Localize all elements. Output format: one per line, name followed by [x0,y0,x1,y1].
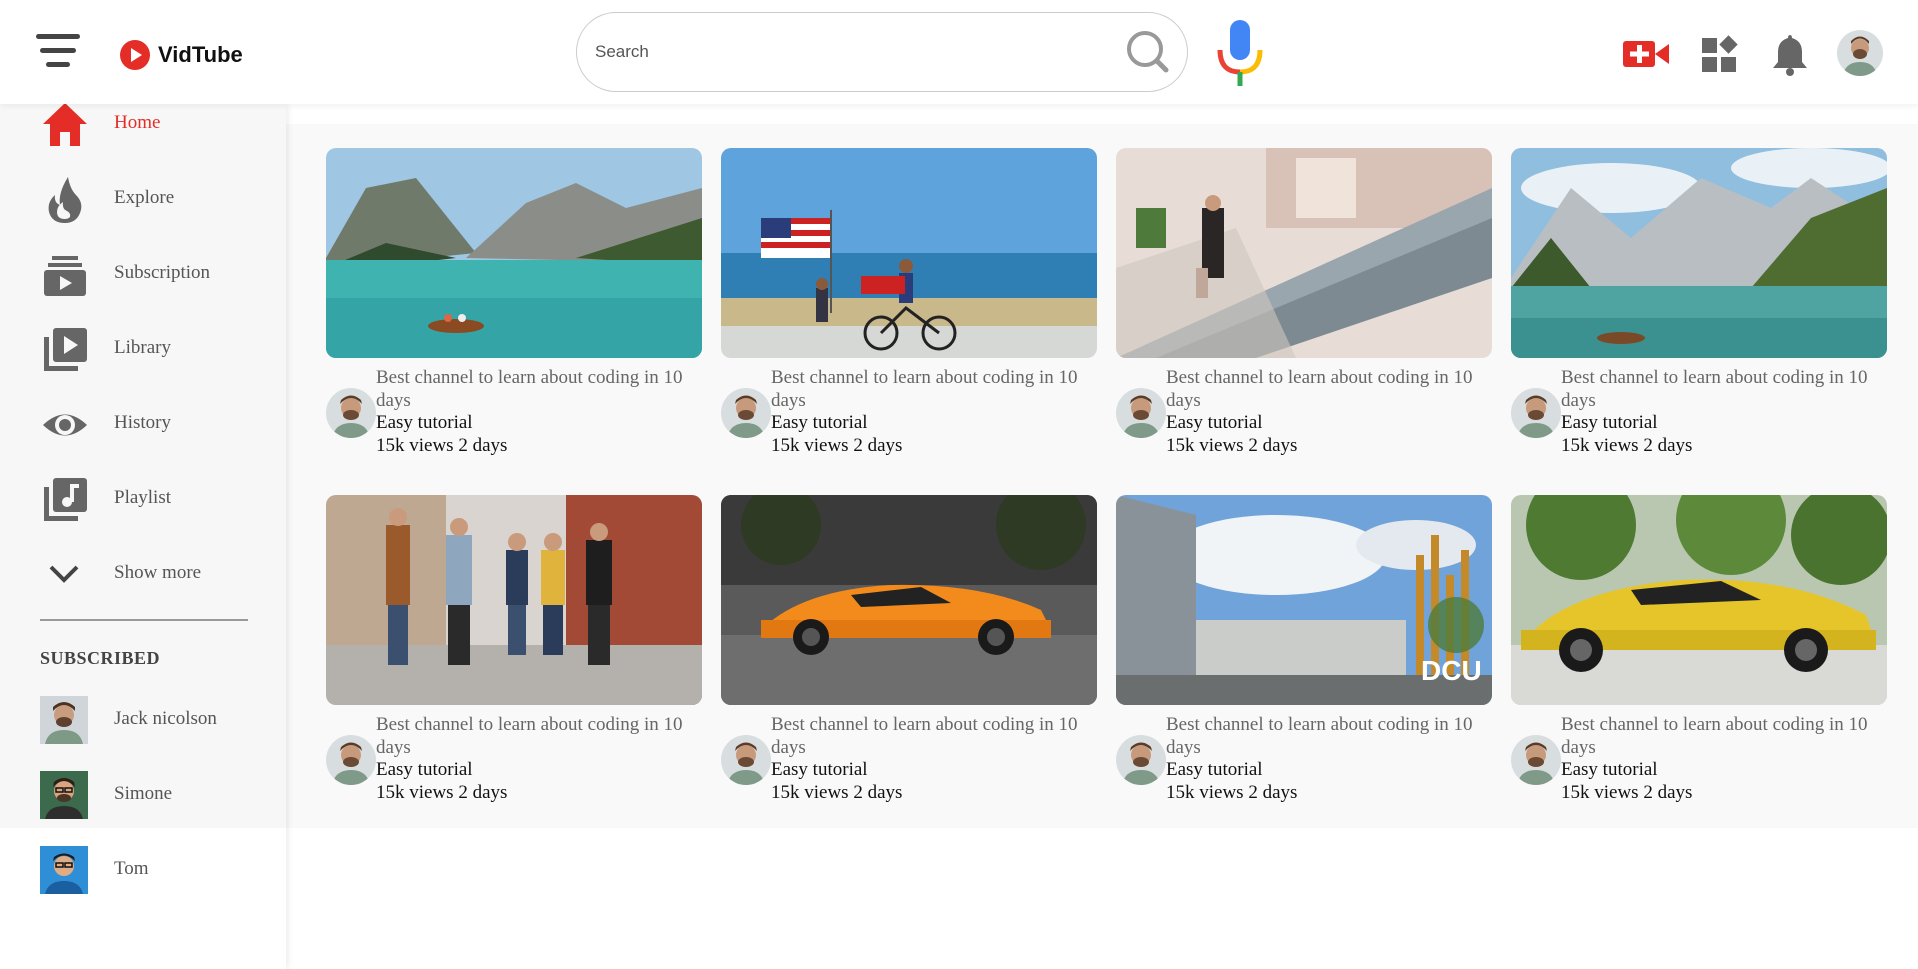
eye-icon [40,400,90,450]
video-card[interactable]: DCU Best channel to learn about coding i… [1116,495,1492,815]
sidebar-item-label: Explore [114,187,175,208]
subscription-name: Simone [114,783,173,804]
video-title[interactable]: Best channel to learn about coding in 10… [771,713,1097,759]
channel-name[interactable]: Easy tutorial [376,759,473,781]
sidebar-item-history[interactable]: History [0,396,286,458]
sidebar-item-explore[interactable]: Explore [0,171,286,233]
video-title[interactable]: Best channel to learn about coding in 10… [1166,366,1492,412]
video-add-icon[interactable] [1622,32,1670,76]
video-card[interactable]: Best channel to learn about coding in 10… [1116,148,1492,468]
chevron-down-icon [40,550,90,600]
app-name: VidTube [158,42,243,67]
video-thumbnail[interactable] [721,495,1097,705]
channel-name[interactable]: Easy tutorial [376,412,473,434]
hamburger-icon[interactable] [34,34,84,74]
play-icon [120,40,150,70]
search-icon[interactable] [1125,29,1169,73]
subscription-item[interactable]: Simone [0,767,286,825]
channel-avatar[interactable] [1116,735,1166,785]
mic-icon[interactable] [1214,18,1266,90]
playlist-icon [40,475,90,525]
sidebar-item-label: Library [114,337,171,358]
video-title[interactable]: Best channel to learn about coding in 10… [376,366,702,412]
channel-name[interactable]: Easy tutorial [1561,412,1658,434]
video-thumbnail[interactable] [326,495,702,705]
channel-avatar[interactable] [1116,388,1166,438]
video-card[interactable]: Best channel to learn about coding in 10… [1511,148,1887,468]
sidebar-divider [40,619,248,621]
subscription-icon [40,250,90,300]
avatar [40,771,88,819]
channel-avatar[interactable] [721,388,771,438]
channel-name[interactable]: Easy tutorial [1166,412,1263,434]
video-meta: 15k views 2 days [1166,435,1298,456]
channel-avatar[interactable] [326,735,376,785]
sidebar-item-playlist[interactable]: Playlist [0,471,286,533]
video-meta: 15k views 2 days [771,782,903,803]
video-title[interactable]: Best channel to learn about coding in 10… [1561,713,1887,759]
video-title[interactable]: Best channel to learn about coding in 10… [771,366,1097,412]
thumb-dcu-text: DCU [1421,655,1482,686]
search-input[interactable] [593,35,1097,69]
sidebar-item-label: Playlist [114,487,172,508]
flame-icon [40,175,90,225]
search-bar [576,12,1188,92]
video-meta: 15k views 2 days [376,782,508,803]
video-thumbnail[interactable] [1116,148,1492,358]
sidebar-item-home[interactable]: Home [0,96,286,158]
video-grid: Best channel to learn about coding in 10… [286,124,1918,828]
video-card[interactable]: Best channel to learn about coding in 10… [721,148,1097,468]
video-title[interactable]: Best channel to learn about coding in 10… [376,713,702,759]
channel-avatar[interactable] [721,735,771,785]
channel-name[interactable]: Easy tutorial [1166,759,1263,781]
video-thumbnail[interactable] [1511,148,1887,358]
video-meta: 15k views 2 days [1561,782,1693,803]
subscription-item[interactable]: Tom [0,842,286,900]
subscribed-heading: SUBSCRIBED [40,648,161,668]
avatar[interactable] [1837,30,1883,76]
channel-avatar[interactable] [1511,388,1561,438]
channel-avatar[interactable] [326,388,376,438]
sidebar-item-subscription[interactable]: Subscription [0,246,286,308]
home-icon [40,100,90,150]
video-title[interactable]: Best channel to learn about coding in 10… [1166,713,1492,759]
video-thumbnail[interactable] [326,148,702,358]
top-bar: VidTube [0,0,1918,104]
video-meta: 15k views 2 days [771,435,903,456]
video-card[interactable]: Best channel to learn about coding in 10… [326,495,702,815]
video-card[interactable]: Best channel to learn about coding in 10… [326,148,702,468]
video-meta: 15k views 2 days [376,435,508,456]
subscription-name: Tom [114,858,149,879]
channel-name[interactable]: Easy tutorial [771,412,868,434]
video-card[interactable]: Best channel to learn about coding in 10… [721,495,1097,815]
sidebar-item-label: Home [114,112,161,133]
subscription-item[interactable]: Jack nicolson [0,692,286,750]
sidebar-item-library[interactable]: Library [0,321,286,383]
bell-icon[interactable] [1766,32,1814,76]
channel-avatar[interactable] [1511,735,1561,785]
sidebar-item-label: Subscription [114,262,211,283]
video-thumbnail[interactable] [721,148,1097,358]
subscription-name: Jack nicolson [114,708,217,729]
video-thumbnail[interactable]: DCU [1116,495,1492,705]
video-thumbnail[interactable] [1511,495,1887,705]
video-title[interactable]: Best channel to learn about coding in 10… [1561,366,1887,412]
avatar [40,846,88,894]
channel-name[interactable]: Easy tutorial [1561,759,1658,781]
sidebar-item-label: History [114,412,171,433]
sidebar-item-show-more[interactable]: Show more [0,546,286,608]
sidebar: Home Explore Subscription Library Histor… [0,103,286,969]
app-logo[interactable]: VidTube [120,40,243,70]
sidebar-item-label: Show more [114,562,202,583]
video-meta: 15k views 2 days [1561,435,1693,456]
apps-grid-icon[interactable] [1698,32,1746,76]
video-card[interactable]: Best channel to learn about coding in 10… [1511,495,1887,815]
video-meta: 15k views 2 days [1166,782,1298,803]
library-icon [40,325,90,375]
channel-name[interactable]: Easy tutorial [771,759,868,781]
avatar [40,696,88,744]
